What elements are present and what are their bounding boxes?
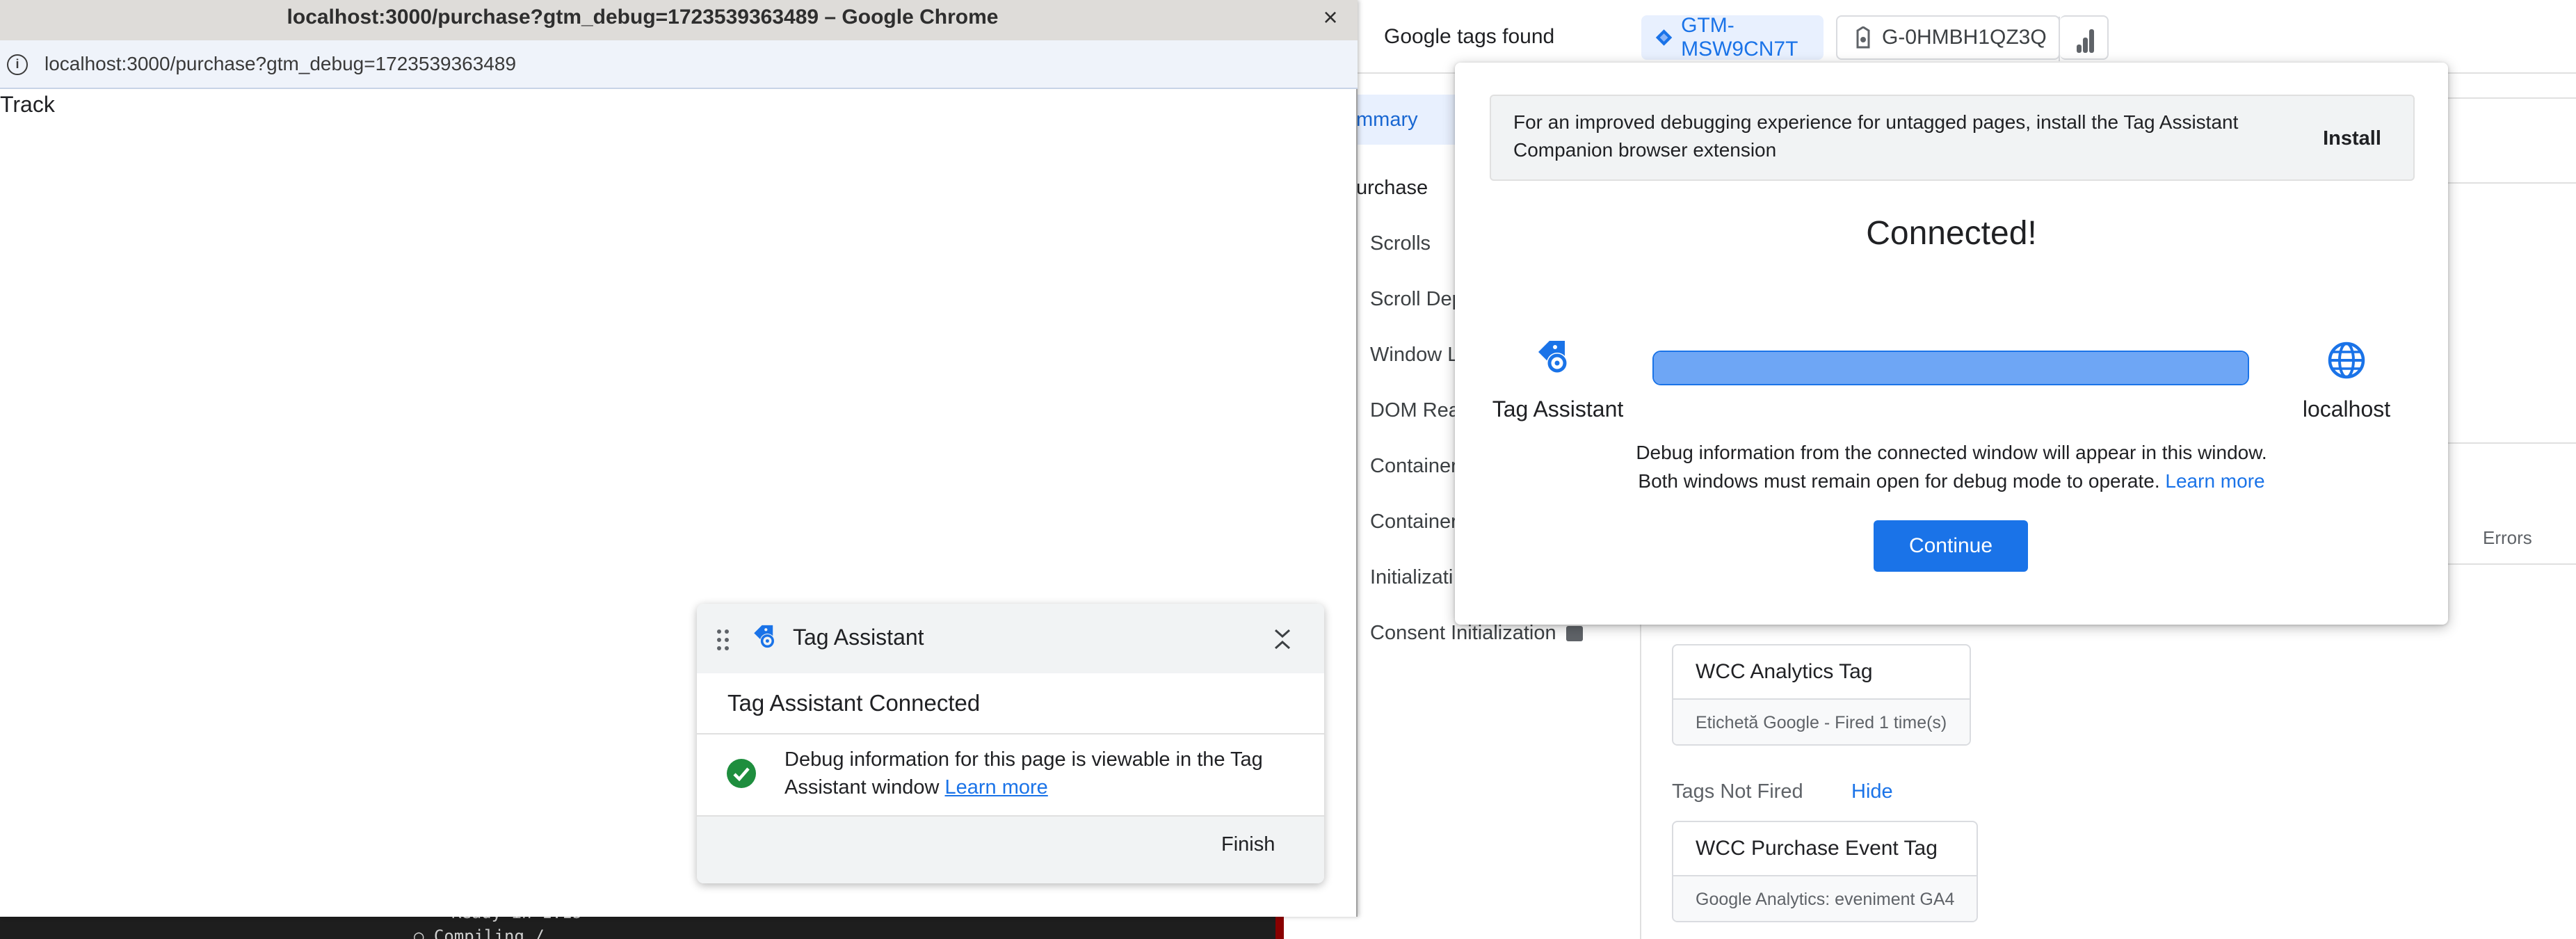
tag-card-title: WCC Purchase Event Tag xyxy=(1673,822,1977,876)
fired-tag-card[interactable]: WCC Analytics Tag Etichetă Google - Fire… xyxy=(1672,644,1971,746)
connection-status: Tag Assistant Connected xyxy=(727,690,981,716)
tags-not-fired-heading: Tags Not Fired xyxy=(1672,780,1803,803)
content-divider xyxy=(2448,442,2576,444)
connection-progress-bar xyxy=(1652,351,2249,385)
localhost-label: localhost xyxy=(2302,396,2391,422)
container-chip-ga[interactable]: G-0HMBH1QZ3Q xyxy=(1836,15,2060,61)
notice-text: For an improved debugging experience for… xyxy=(1513,111,2239,161)
window-title: localhost:3000/purchase?gtm_debug=172353… xyxy=(287,6,999,29)
sidebar-item-window-loaded[interactable]: Window L xyxy=(1370,344,1458,367)
sidebar-item-scroll-depth[interactable]: Scroll Dep xyxy=(1370,288,1463,311)
terminal-line: ○ Compiling / xyxy=(414,926,545,939)
not-fired-tag-card[interactable]: WCC Purchase Event Tag Google Analytics:… xyxy=(1672,821,1978,922)
sidebar-item-container-loaded[interactable]: Container xyxy=(1370,455,1458,478)
chrome-window: localhost:3000/purchase?gtm_debug=172353… xyxy=(0,0,1358,917)
finish-button[interactable]: Finish xyxy=(1221,833,1275,856)
progress-fill xyxy=(1654,352,2248,384)
sidebar-item-container-loaded-2[interactable]: Container xyxy=(1370,511,1458,533)
url-text[interactable]: localhost:3000/purchase?gtm_debug=172353… xyxy=(45,53,516,75)
learn-more-link[interactable]: Learn more xyxy=(945,776,1048,798)
panel-title: Tag Assistant xyxy=(793,625,924,650)
sidebar-item-initialization[interactable]: Initializati xyxy=(1370,566,1453,589)
tag-assistant-icon xyxy=(1534,338,1577,385)
companion-extension-notice: For an improved debugging experience for… xyxy=(1490,95,2415,181)
container-id: GTM-MSW9CN7T xyxy=(1681,14,1798,61)
debug-info-line-1: Debug information from the connected win… xyxy=(1636,442,2267,463)
hide-link[interactable]: Hide xyxy=(1851,780,1893,803)
signal-bars-icon xyxy=(2077,29,2094,53)
close-icon[interactable]: × xyxy=(1313,1,1348,36)
analytics-signal-button[interactable] xyxy=(2060,15,2109,60)
tab-errors[interactable]: Errors xyxy=(2483,527,2532,549)
panel-debug-text: Debug information for this page is viewa… xyxy=(784,748,1263,798)
sidebar-item-label: Consent Initialization xyxy=(1370,622,1556,644)
collapse-icon[interactable] xyxy=(1271,627,1294,655)
sidebar-item-dom-ready[interactable]: DOM Rea xyxy=(1370,399,1460,422)
globe-icon xyxy=(2327,341,2366,383)
sidebar-item-consent-initialization[interactable]: Consent Initialization xyxy=(1370,622,1583,645)
continue-button[interactable]: Continue xyxy=(1874,520,2028,572)
code-icon xyxy=(1565,626,1583,642)
tag-card-subtitle: Google Analytics: eveniment GA4 xyxy=(1673,876,1977,921)
tabs-divider xyxy=(2448,563,2576,565)
tag-card-title: WCC Analytics Tag xyxy=(1673,645,1970,700)
page-text: Track xyxy=(0,92,55,117)
sidebar-item-purchase[interactable]: urchase xyxy=(1356,177,1428,200)
check-circle-icon xyxy=(726,758,757,792)
tag-assistant-icon xyxy=(751,623,782,657)
sidebar-item-summary[interactable]: mmary xyxy=(1356,109,1418,131)
container-id: G-0HMBH1QZ3Q xyxy=(1882,26,2047,49)
learn-more-link[interactable]: Learn more xyxy=(2165,470,2264,492)
debug-info-line-2: Both windows must remain open for debug … xyxy=(1638,470,2265,492)
dialog-title: Connected! xyxy=(1866,215,2037,252)
divider xyxy=(697,733,1324,735)
sidebar-item-scrolls[interactable]: Scrolls xyxy=(1370,232,1431,255)
install-button[interactable]: Install xyxy=(2310,121,2394,156)
debug-info-text: Debug information from the connected win… xyxy=(1455,438,2448,495)
gtm-diamond-icon xyxy=(1655,29,1673,46)
ga-tag-icon xyxy=(1856,26,1870,49)
container-chip-gtm[interactable]: GTM-MSW9CN7T xyxy=(1641,14,1824,61)
panel-header xyxy=(697,604,1324,673)
connected-dialog: For an improved debugging experience for… xyxy=(1455,63,2448,625)
tag-assistant-badge-panel: Tag Assistant Tag Assistant Connected De… xyxy=(697,604,1324,883)
tags-found-label: Google tags found xyxy=(1384,25,1555,48)
site-info-icon[interactable]: i xyxy=(7,54,28,75)
content-panel-edge xyxy=(2448,97,2576,184)
drag-handle-icon[interactable] xyxy=(716,629,730,655)
tag-assistant-label: Tag Assistant xyxy=(1492,396,1624,422)
tag-card-subtitle: Etichetă Google - Fired 1 time(s) xyxy=(1673,700,1970,744)
